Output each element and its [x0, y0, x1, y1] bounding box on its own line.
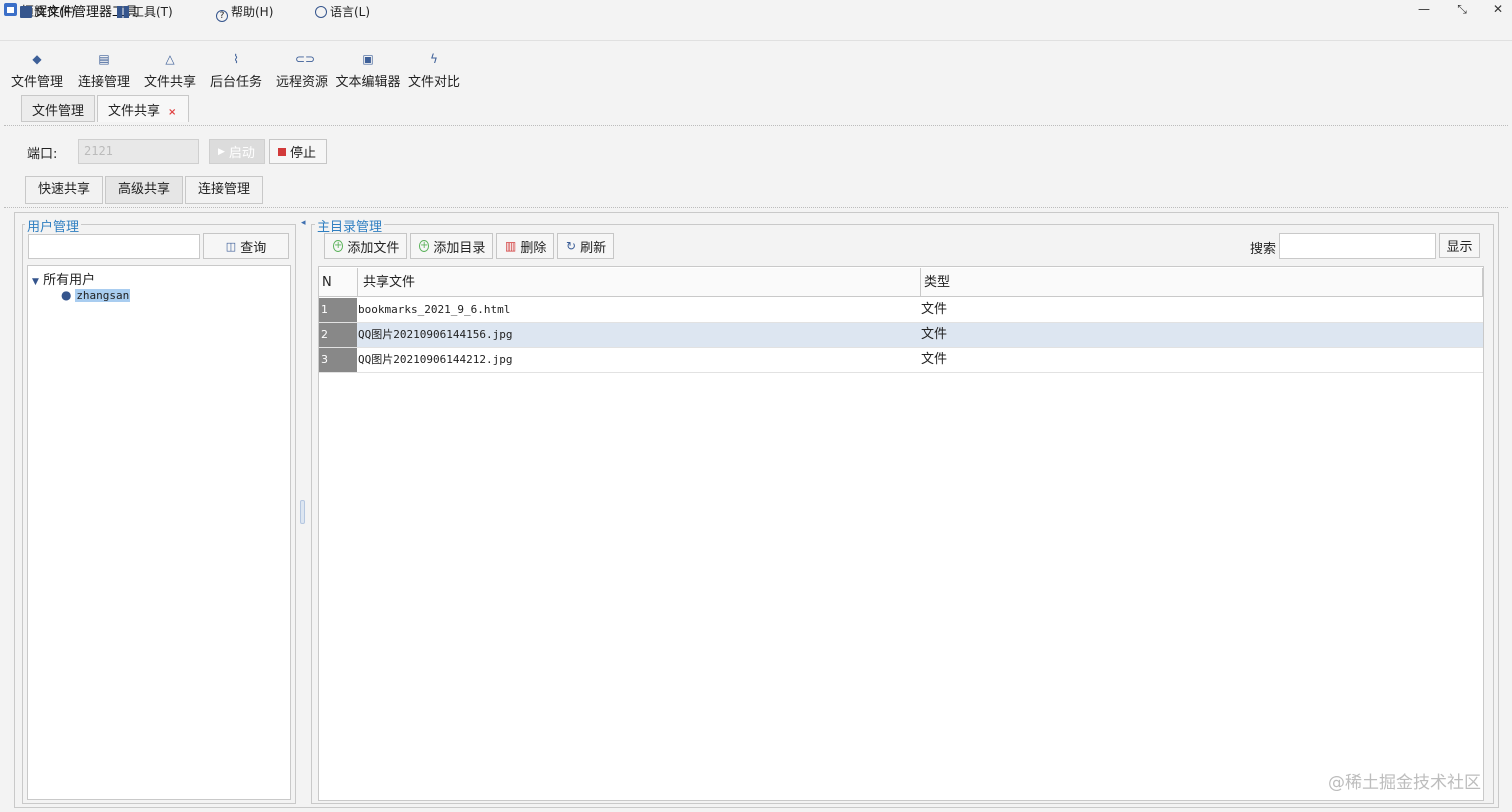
add-icon: +	[419, 240, 430, 252]
globe-icon	[315, 6, 327, 18]
query-button[interactable]: ◫ 查询	[203, 233, 289, 259]
chart-icon: ⌇	[233, 52, 239, 66]
bolt-icon: ϟ	[430, 52, 438, 66]
cell-type: 文件	[921, 352, 948, 367]
collapse-icon[interactable]: ◂	[301, 218, 306, 228]
menu-tools[interactable]: 工具(T)	[117, 3, 173, 20]
delete-button[interactable]: ▥ 删除	[496, 233, 554, 259]
search-input[interactable]	[1279, 233, 1436, 259]
file-icon	[20, 6, 32, 18]
user-tree	[27, 265, 291, 800]
play-icon: ▶	[218, 146, 225, 157]
add-file-button[interactable]: + 添加文件	[324, 233, 407, 259]
help-icon: ?	[216, 10, 228, 22]
menu-file[interactable]: 文件(F)	[20, 3, 75, 20]
toolbar-connection-manage[interactable]: ▤ 连接管理	[71, 48, 137, 94]
table-row[interactable]: 2 QQ图片20210906144156.jpg 文件	[319, 323, 1483, 348]
cell-file: QQ图片20210906144212.jpg	[358, 353, 513, 366]
share-icon: △	[165, 52, 175, 66]
cell-type: 文件	[921, 302, 948, 317]
column-header-shared-file[interactable]: 共享文件	[357, 268, 920, 297]
row-number: 2	[319, 323, 357, 347]
menu-help[interactable]: ? 帮助(H)	[216, 3, 273, 22]
table-row[interactable]: 3 QQ图片20210906144212.jpg 文件	[319, 348, 1483, 373]
toolbar-file-share[interactable]: △ 文件共享	[137, 48, 203, 94]
table-row[interactable]: 1 bookmarks_2021_9_6.html 文件	[319, 298, 1483, 323]
column-header-type[interactable]: 类型	[920, 268, 1483, 297]
code-icon: ▤	[98, 52, 110, 66]
minimize-button[interactable]: —	[1404, 0, 1444, 19]
port-label: 端口:	[27, 147, 58, 162]
toolbar-file-compare[interactable]: ϟ 文件对比	[401, 48, 467, 94]
row-number: 1	[319, 298, 357, 322]
add-icon: +	[333, 240, 344, 252]
show-button[interactable]: 显示	[1439, 233, 1480, 258]
divider	[4, 125, 1508, 126]
close-button[interactable]: ✕	[1478, 0, 1512, 19]
refresh-button[interactable]: ↻ 刷新	[557, 233, 614, 259]
search-label: 搜索	[1250, 242, 1277, 257]
close-tab-icon[interactable]: ×	[168, 107, 176, 118]
port-input[interactable]: 2121	[78, 139, 199, 164]
watermark: @稀土掘金技术社区	[1328, 773, 1481, 793]
editor-icon: ▣	[362, 52, 374, 66]
tab-file-share[interactable]: 文件共享 ×	[97, 95, 189, 122]
stop-icon	[278, 147, 286, 156]
tab-advanced-share[interactable]: 高级共享	[105, 176, 183, 204]
tab-quick-share[interactable]: 快速共享	[25, 176, 103, 204]
refresh-icon: ↻	[566, 239, 577, 253]
divider	[4, 207, 1508, 208]
toolbar-text-editor[interactable]: ▣ 文本编辑器	[335, 48, 401, 94]
splitter-handle[interactable]	[300, 500, 305, 524]
tab-connection-manage[interactable]: 连接管理	[185, 176, 263, 204]
add-directory-button[interactable]: + 添加目录	[410, 233, 493, 259]
column-header-n[interactable]: N	[319, 268, 357, 297]
caret-down-icon: ▼	[32, 277, 39, 287]
app-icon	[4, 3, 17, 16]
cell-file: bookmarks_2021_9_6.html	[358, 303, 511, 316]
grid-icon	[117, 6, 129, 18]
stop-button[interactable]: 停止	[269, 139, 327, 164]
start-button[interactable]: ▶ 启动	[209, 139, 265, 164]
menu-language[interactable]: 语言(L)	[315, 3, 370, 20]
tree-node-all-users[interactable]: ▼ 所有用户	[32, 269, 95, 288]
layers-icon: ◆	[32, 52, 42, 66]
cell-file: QQ图片20210906144156.jpg	[358, 328, 513, 341]
user-management-title: 用户管理	[25, 216, 82, 235]
menu-bar	[0, 19, 1512, 41]
link-icon: ⊂⊃	[295, 52, 316, 66]
user-icon: ●	[61, 288, 72, 302]
row-number: 3	[319, 348, 357, 372]
tab-file-manage[interactable]: 文件管理	[21, 95, 95, 122]
toolbar-background-tasks[interactable]: ⌇ 后台任务	[203, 48, 269, 94]
cell-type: 文件	[921, 327, 948, 342]
tree-node-user[interactable]: ● zhangsan	[61, 288, 131, 302]
query-icon: ◫	[225, 239, 237, 253]
user-search-input[interactable]	[28, 234, 200, 259]
restore-button[interactable]: ⤡	[1442, 0, 1482, 19]
toolbar-remote-resources[interactable]: ⊂⊃ 远程资源	[269, 48, 335, 94]
toolbar-file-manage[interactable]: ◆ 文件管理	[4, 48, 70, 94]
trash-icon: ▥	[505, 239, 517, 253]
